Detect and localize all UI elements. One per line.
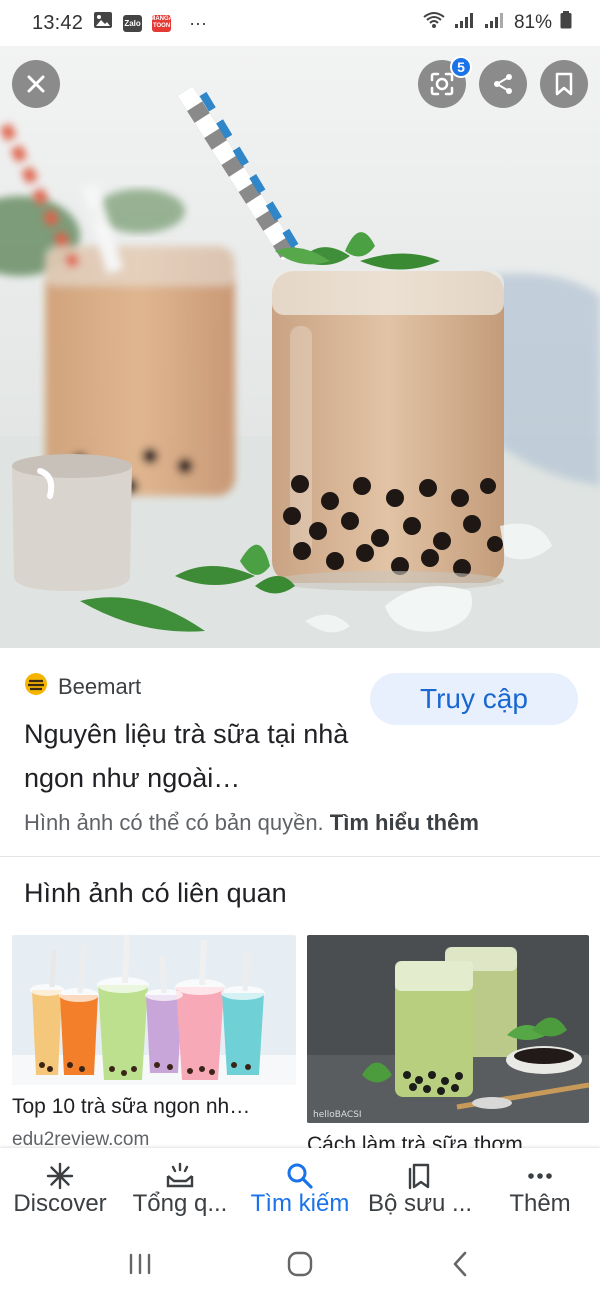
lens-icon	[429, 71, 455, 97]
copyright-text: Hình ảnh có thể có bản quyền.	[24, 810, 324, 835]
home-button[interactable]	[270, 1242, 330, 1290]
nav-label: Thêm	[509, 1190, 571, 1217]
lens-badge: 5	[450, 56, 472, 78]
related-card[interactable]: Top 10 trà sữa ngon nh… edu2review.com	[12, 935, 296, 1151]
share-icon	[491, 72, 515, 96]
bubble-tea-cups-photo	[12, 935, 296, 1085]
related-card[interactable]: helloBACSI Cách làm trà sữa thơm…	[307, 935, 589, 1167]
updates-icon	[164, 1162, 196, 1190]
beemart-logo-icon	[24, 672, 48, 701]
learn-more-link[interactable]: Tìm hiểu thêm	[330, 810, 479, 835]
more-notifications-icon: ···	[189, 12, 208, 33]
related-image[interactable]	[12, 935, 296, 1085]
divider	[0, 856, 600, 857]
signal-icon	[454, 11, 476, 35]
visit-button[interactable]: Truy cập	[370, 673, 578, 725]
result-title[interactable]: Nguyên liệu trà sữa tại nhà ngon như ngo…	[24, 712, 364, 800]
mangatoon-icon: MANGA TOON	[150, 14, 173, 32]
status-time: 13:42	[32, 11, 84, 34]
recent-apps-button[interactable]	[110, 1242, 170, 1290]
copyright-notice: Hình ảnh có thể có bản quyền. Tìm hiểu t…	[24, 810, 479, 836]
recent-apps-icon	[127, 1252, 153, 1281]
close-icon	[25, 73, 47, 95]
bookmark-button[interactable]	[540, 60, 588, 108]
hero-image[interactable]: 5	[0, 46, 600, 648]
lens-button[interactable]: 5	[418, 56, 472, 108]
battery-level: 81%	[513, 12, 552, 33]
bubble-tea-photo	[0, 46, 600, 648]
nav-label: Tìm kiếm	[250, 1190, 350, 1217]
related-title[interactable]: Top 10 trà sữa ngon nh…	[12, 1095, 296, 1119]
bottom-navigation: Discover Tổng q... Tìm kiếm Bộ sưu ... T…	[0, 1148, 600, 1232]
close-button[interactable]	[12, 60, 60, 108]
nav-collections[interactable]: Bộ sưu ...	[360, 1148, 480, 1232]
green-milk-tea-photo: helloBACSI	[307, 935, 589, 1123]
gallery-icon	[93, 11, 113, 35]
asterisk-icon	[46, 1162, 74, 1190]
nav-updates[interactable]: Tổng q...	[120, 1148, 240, 1232]
share-button[interactable]	[479, 60, 527, 108]
nav-label: Bộ sưu ...	[367, 1190, 473, 1217]
nav-more[interactable]: Thêm	[480, 1148, 600, 1232]
collections-icon	[406, 1162, 434, 1190]
zalo-icon: Zalo	[123, 14, 143, 32]
battery-icon	[560, 11, 572, 35]
source-row[interactable]: Beemart	[24, 672, 141, 701]
related-image[interactable]: helloBACSI	[307, 935, 589, 1123]
more-icon	[526, 1162, 554, 1190]
nav-label: Tổng q...	[132, 1190, 228, 1217]
source-name: Beemart	[58, 673, 142, 699]
home-icon	[286, 1250, 314, 1283]
search-icon	[286, 1162, 314, 1190]
related-heading: Hình ảnh có liên quan	[24, 878, 287, 908]
nav-label: Discover	[13, 1190, 107, 1217]
back-icon	[450, 1250, 470, 1283]
system-navigation	[0, 1232, 600, 1300]
wifi-icon	[422, 11, 446, 35]
nav-search[interactable]: Tìm kiếm	[240, 1148, 360, 1232]
signal-icon-2	[484, 11, 506, 35]
bookmark-icon	[554, 72, 574, 96]
status-bar: 13:42 Zalo MANGA TOON ··· 81%	[0, 0, 600, 46]
svg-text:helloBACSI: helloBACSI	[313, 1110, 362, 1120]
back-button[interactable]	[430, 1242, 490, 1290]
nav-discover[interactable]: Discover	[0, 1148, 120, 1232]
